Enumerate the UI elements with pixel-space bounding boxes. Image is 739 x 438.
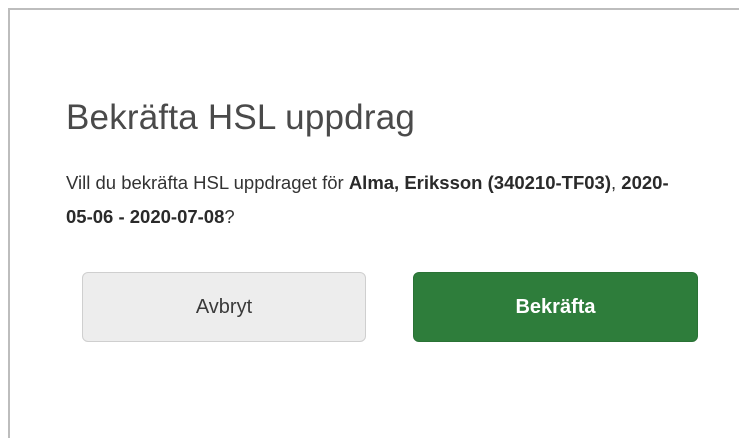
dialog-title: Bekräfta HSL uppdrag — [66, 98, 416, 137]
patient-name: Alma, Eriksson (340210-TF03) — [348, 172, 612, 193]
message-prefix: Vill du bekräfta HSL uppdraget för — [66, 172, 349, 193]
message-separator: , — [611, 172, 622, 193]
confirm-button[interactable]: Bekräfta — [413, 272, 698, 342]
dialog-message: Vill du bekräfta HSL uppdraget för Alma,… — [66, 166, 686, 234]
message-suffix: ? — [224, 206, 235, 227]
confirm-dialog: Bekräfta HSL uppdrag Vill du bekräfta HS… — [8, 8, 739, 438]
cancel-button[interactable]: Avbryt — [82, 272, 366, 342]
